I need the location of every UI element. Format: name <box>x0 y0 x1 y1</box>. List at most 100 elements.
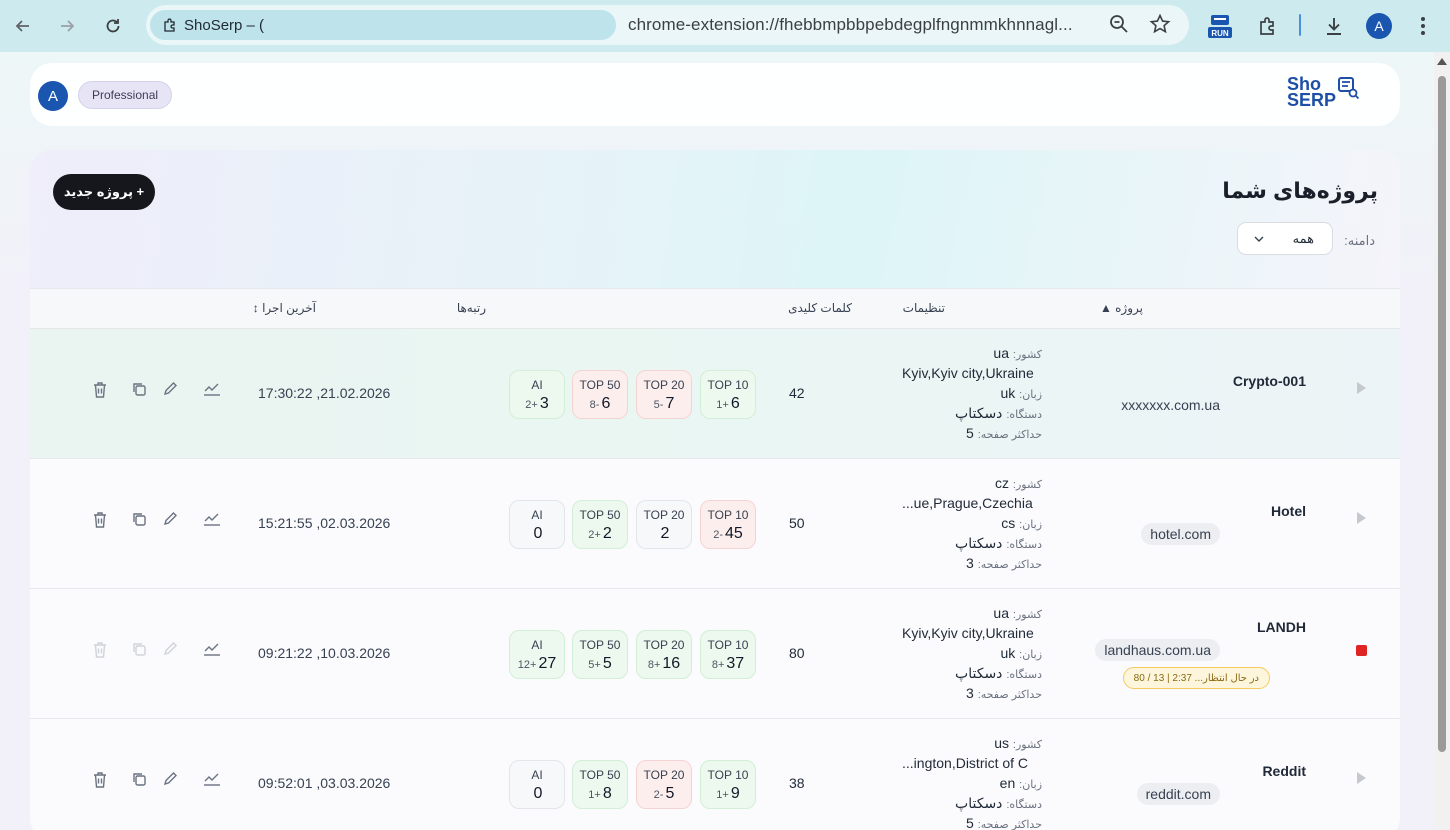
forward-icon[interactable] <box>50 9 84 43</box>
scrollbar[interactable] <box>1434 52 1450 830</box>
run-badge-text: RUN <box>1211 29 1229 38</box>
rank-card-delta: -2 <box>713 529 723 541</box>
col-keywords: کلمات کلیدی <box>788 301 852 315</box>
bookmark-star-icon[interactable] <box>1149 13 1173 37</box>
rank-card: TOP 50 +5 5 <box>572 630 628 679</box>
run-extension-icon[interactable]: RUN <box>1204 10 1236 42</box>
delete-icon[interactable] <box>92 771 110 789</box>
rank-card-delta: +8 <box>711 659 725 671</box>
delete-icon[interactable] <box>92 641 110 659</box>
profile-avatar[interactable]: A <box>1363 10 1395 42</box>
extensions-icon[interactable] <box>1252 10 1284 42</box>
rank-card-value: +8 16 <box>637 655 691 674</box>
rank-card-delta: -2 <box>653 789 664 801</box>
rank-card-label: TOP 20 <box>643 768 685 782</box>
rank-card-delta: +1 <box>716 789 729 801</box>
url-text[interactable]: chrome-extension://fhebbmpbbpebdegplfngn… <box>628 15 1073 35</box>
rank-card-value: +1 8 <box>573 785 627 804</box>
rank-card-label: TOP 20 <box>643 508 685 522</box>
last-run-date: 09:21:22 ,10.03.2026 <box>258 645 391 661</box>
rank-card-label: TOP 20 <box>643 378 685 392</box>
run-status-badge: در حال انتظار... 2:37 | 13 / 80 <box>1122 667 1270 689</box>
reload-icon[interactable] <box>96 9 130 43</box>
rank-card-delta: +1 <box>716 399 729 411</box>
rank-card-label: AI <box>531 508 543 522</box>
rank-card: TOP 10 -2 45 <box>700 500 756 549</box>
download-icon[interactable] <box>1318 10 1350 42</box>
projects-card: + پروژه جدید پروژه‌های شما دامنه: همه پر… <box>30 150 1400 830</box>
rank-card-value: 0 <box>510 525 564 544</box>
rank-card-label: AI <box>531 768 543 782</box>
chart-trend-icon[interactable] <box>203 381 221 399</box>
play-icon[interactable] <box>1357 382 1366 394</box>
keyword-count: 50 <box>789 515 805 531</box>
duplicate-icon[interactable] <box>131 511 149 529</box>
rank-card-number: 0 <box>533 525 543 542</box>
more-menu-icon[interactable] <box>1407 10 1439 42</box>
rank-card: TOP 20 +8 16 <box>636 630 692 679</box>
rank-card-delta: +1 <box>588 789 601 801</box>
duplicate-icon[interactable] <box>131 771 149 789</box>
chart-trend-icon[interactable] <box>203 771 221 789</box>
rank-card: TOP 10 +1 6 <box>700 370 756 419</box>
rank-card: TOP 50 -8 6 <box>572 370 628 419</box>
table-row: Crypto-001 xxxxxxx.com.ua کشور: ua Kyiv,… <box>30 329 1400 459</box>
delete-icon[interactable] <box>92 511 110 529</box>
rank-card-delta: +2 <box>525 399 538 411</box>
user-avatar[interactable]: A <box>38 81 68 111</box>
chart-trend-icon[interactable] <box>203 641 221 659</box>
col-project[interactable]: پروژه ▲ <box>1100 301 1143 315</box>
edit-pencil-icon[interactable] <box>162 771 180 789</box>
edit-pencil-icon[interactable] <box>162 641 180 659</box>
rank-card: TOP 20 -2 5 <box>636 760 692 809</box>
rank-card-value: +5 5 <box>573 655 627 674</box>
stop-icon[interactable] <box>1356 645 1367 656</box>
play-icon[interactable] <box>1357 772 1366 784</box>
scroll-up-arrow[interactable] <box>1437 58 1447 65</box>
rank-card-number: 45 <box>725 525 743 542</box>
rank-card-value: -8 6 <box>573 395 627 414</box>
logo-line2: SERP <box>1286 90 1336 110</box>
zoom-icon[interactable] <box>1108 13 1132 37</box>
toolbar-divider <box>1299 14 1301 36</box>
delete-icon[interactable] <box>92 381 110 399</box>
rank-card-number: 7 <box>665 395 675 412</box>
plan-badge: Professional <box>78 81 173 109</box>
rank-card-number: 8 <box>602 785 612 802</box>
table-row: Reddit reddit.com کشور: us ...ington,Dis… <box>30 719 1400 830</box>
project-name[interactable]: LANDH <box>1257 619 1306 635</box>
rank-card-label: TOP 50 <box>579 508 621 522</box>
new-project-button[interactable]: + پروژه جدید <box>53 174 155 210</box>
play-icon[interactable] <box>1357 512 1366 524</box>
rank-card-label: AI <box>531 378 543 392</box>
rank-card-delta: -8 <box>589 399 600 411</box>
rank-card-number: 16 <box>662 655 681 672</box>
rank-card: TOP 10 +8 37 <box>700 630 756 679</box>
back-icon[interactable] <box>6 9 40 43</box>
rank-card-delta: +2 <box>588 529 601 541</box>
site-chip[interactable]: ShoSerp – ( <box>150 10 616 40</box>
rank-card-value: +1 6 <box>701 395 755 414</box>
scroll-thumb[interactable] <box>1438 76 1446 752</box>
edit-pencil-icon[interactable] <box>162 511 180 529</box>
address-bar[interactable]: ShoSerp – ( chrome-extension://fhebbmpbb… <box>146 5 1189 45</box>
domain-filter-select[interactable]: همه <box>1237 222 1333 255</box>
rank-card: TOP 20 2 <box>636 500 692 549</box>
chart-trend-icon[interactable] <box>203 511 221 529</box>
page-title: پروژه‌های شما <box>1222 178 1378 203</box>
duplicate-icon[interactable] <box>131 641 149 659</box>
edit-pencil-icon[interactable] <box>162 381 180 399</box>
rank-card-value: +1 9 <box>701 785 755 804</box>
project-name[interactable]: Reddit <box>1262 763 1306 779</box>
browser-toolbar: ShoSerp – ( chrome-extension://fhebbmpbb… <box>0 0 1450 52</box>
rank-card-value: +2 3 <box>510 395 564 414</box>
col-last-run[interactable]: آخرین اجرا ↕ <box>253 301 316 315</box>
project-name[interactable]: Crypto-001 <box>1233 373 1306 389</box>
rank-card-number: 27 <box>538 655 557 672</box>
col-settings: تنظیمات <box>902 301 945 315</box>
domain-filter-value: همه <box>1292 230 1314 246</box>
rank-card-value: 2 <box>637 525 691 544</box>
duplicate-icon[interactable] <box>131 381 149 399</box>
project-name[interactable]: Hotel <box>1271 503 1306 519</box>
shoserp-logo: Sho SERP <box>1286 75 1360 110</box>
